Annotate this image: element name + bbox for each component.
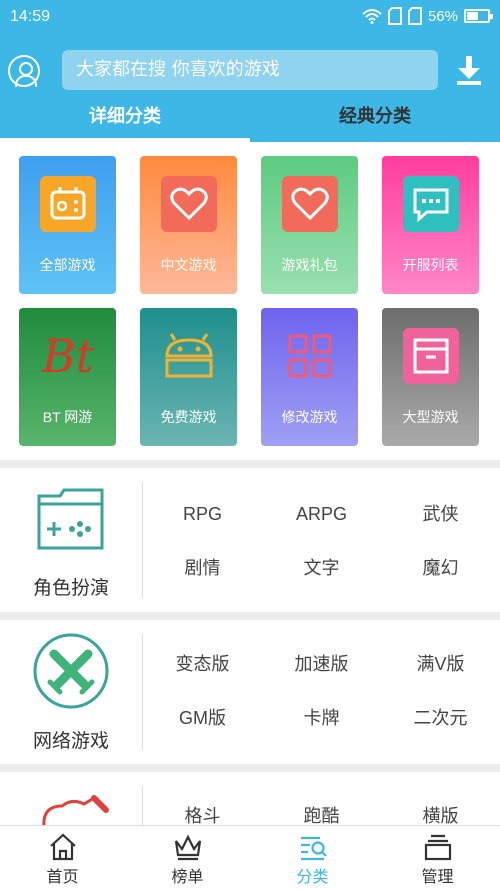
subcategory-rpg[interactable]: RPG: [143, 487, 262, 541]
bottom-navigation: 首页 榜单 分类 管理: [0, 825, 500, 890]
tile-all-games[interactable]: 全部游戏: [19, 156, 116, 294]
nav-manage[interactable]: 管理: [375, 826, 500, 890]
nav-label: 管理: [421, 867, 454, 886]
subcategory-arpg[interactable]: ARPG: [262, 487, 381, 541]
sim-card-icon: [387, 7, 402, 25]
tile-large-games[interactable]: 大型游戏: [382, 308, 479, 446]
tile-modded-games[interactable]: 修改游戏: [261, 308, 358, 446]
battery-icon: [464, 9, 493, 23]
section-role-playing[interactable]: 角色扮演 RPG ARPG 武侠 剧情 文字 魔幻: [0, 468, 500, 612]
subcategory-text[interactable]: 文字: [262, 541, 381, 595]
tile-label: 修改游戏: [281, 409, 338, 425]
category-grid-panel: 全部游戏 中文游戏 游戏礼包 开服列表 Bt BT 网游 免费游戏 修改游戏 大…: [0, 142, 500, 460]
nav-label: 首页: [46, 867, 79, 886]
tile-label: 中文游戏: [160, 257, 217, 273]
tile-bt-online[interactable]: Bt BT 网游: [19, 308, 116, 446]
nav-label: 分类: [296, 867, 329, 886]
stack-icon: [424, 834, 451, 861]
subcategory-card[interactable]: 卡牌: [262, 691, 381, 745]
tile-label: BT 网游: [42, 409, 93, 425]
home-icon: [49, 833, 76, 861]
crossed-swords-icon: [33, 633, 109, 709]
android-icon: [161, 328, 217, 384]
tile-label: 开服列表: [402, 257, 459, 273]
sim-card-icon: [407, 7, 422, 25]
controller-folder-icon: [37, 488, 104, 550]
tile-label: 游戏礼包: [281, 257, 338, 273]
crown-icon: [174, 834, 201, 861]
subcategory-fantasy[interactable]: 魔幻: [381, 541, 500, 595]
category-search-icon: [300, 836, 327, 861]
subcategory-wuxia[interactable]: 武侠: [381, 487, 500, 541]
user-avatar-icon[interactable]: [8, 55, 40, 87]
search-input[interactable]: 大家都在搜 你喜欢的游戏: [62, 50, 438, 90]
gamepad-icon: [40, 176, 96, 232]
section-header: 网络游戏: [0, 620, 142, 764]
section-online-games[interactable]: 网络游戏 变态版 加速版 满V版 GM版 卡牌 二次元: [0, 620, 500, 764]
battery-percent: 56%: [427, 7, 458, 25]
section-title: 角色扮演: [32, 577, 109, 599]
subcategory-gm[interactable]: GM版: [143, 691, 262, 745]
nav-label: 榜单: [171, 867, 204, 886]
nav-rankings[interactable]: 榜单: [125, 826, 250, 890]
subcategory-vip-max[interactable]: 满V版: [381, 637, 500, 691]
status-time: 14:59: [10, 8, 51, 25]
tile-label: 免费游戏: [160, 409, 217, 425]
section-title: 网络游戏: [32, 730, 109, 752]
subcategory-speedup[interactable]: 加速版: [262, 637, 381, 691]
section-action-games[interactable]: 格斗 跑酷 横版: [0, 772, 500, 832]
tab-detailed-category[interactable]: 详细分类: [0, 98, 250, 142]
section-items: 变态版 加速版 满V版 GM版 卡牌 二次元: [143, 637, 500, 745]
wifi-icon: [362, 9, 382, 24]
download-icon[interactable]: [455, 56, 483, 86]
nav-home[interactable]: 首页: [0, 826, 125, 890]
grid-squares-icon: [282, 328, 338, 384]
section-header: [0, 772, 142, 832]
heart-icon: [282, 176, 338, 232]
category-grid: 全部游戏 中文游戏 游戏礼包 开服列表 Bt BT 网游 免费游戏 修改游戏 大…: [19, 156, 479, 446]
category-tabs: 详细分类 经典分类: [0, 98, 500, 142]
tab-classic-category[interactable]: 经典分类: [250, 98, 500, 142]
heart-icon: [161, 176, 217, 232]
chat-bubble-icon: [403, 176, 459, 232]
tile-game-gifts[interactable]: 游戏礼包: [261, 156, 358, 294]
subcategory-story[interactable]: 剧情: [143, 541, 262, 595]
section-items: RPG ARPG 武侠 剧情 文字 魔幻: [143, 487, 500, 595]
tile-label: 大型游戏: [402, 409, 459, 425]
tile-server-list[interactable]: 开服列表: [382, 156, 479, 294]
tile-label: 全部游戏: [39, 257, 96, 273]
subcategory-anime[interactable]: 二次元: [381, 691, 500, 745]
tile-free-games[interactable]: 免费游戏: [140, 308, 237, 446]
status-indicators: 56%: [362, 7, 493, 25]
nav-categories[interactable]: 分类: [250, 826, 375, 890]
status-bar: 14:59 56%: [0, 0, 500, 36]
archive-box-icon: [403, 328, 459, 384]
section-header: 角色扮演: [0, 468, 142, 612]
tile-chinese-games[interactable]: 中文游戏: [140, 156, 237, 294]
bt-logo-icon: Bt: [41, 329, 95, 383]
app-header: 大家都在搜 你喜欢的游戏 详细分类 经典分类: [0, 36, 500, 142]
subcategory-bt-version[interactable]: 变态版: [143, 637, 262, 691]
